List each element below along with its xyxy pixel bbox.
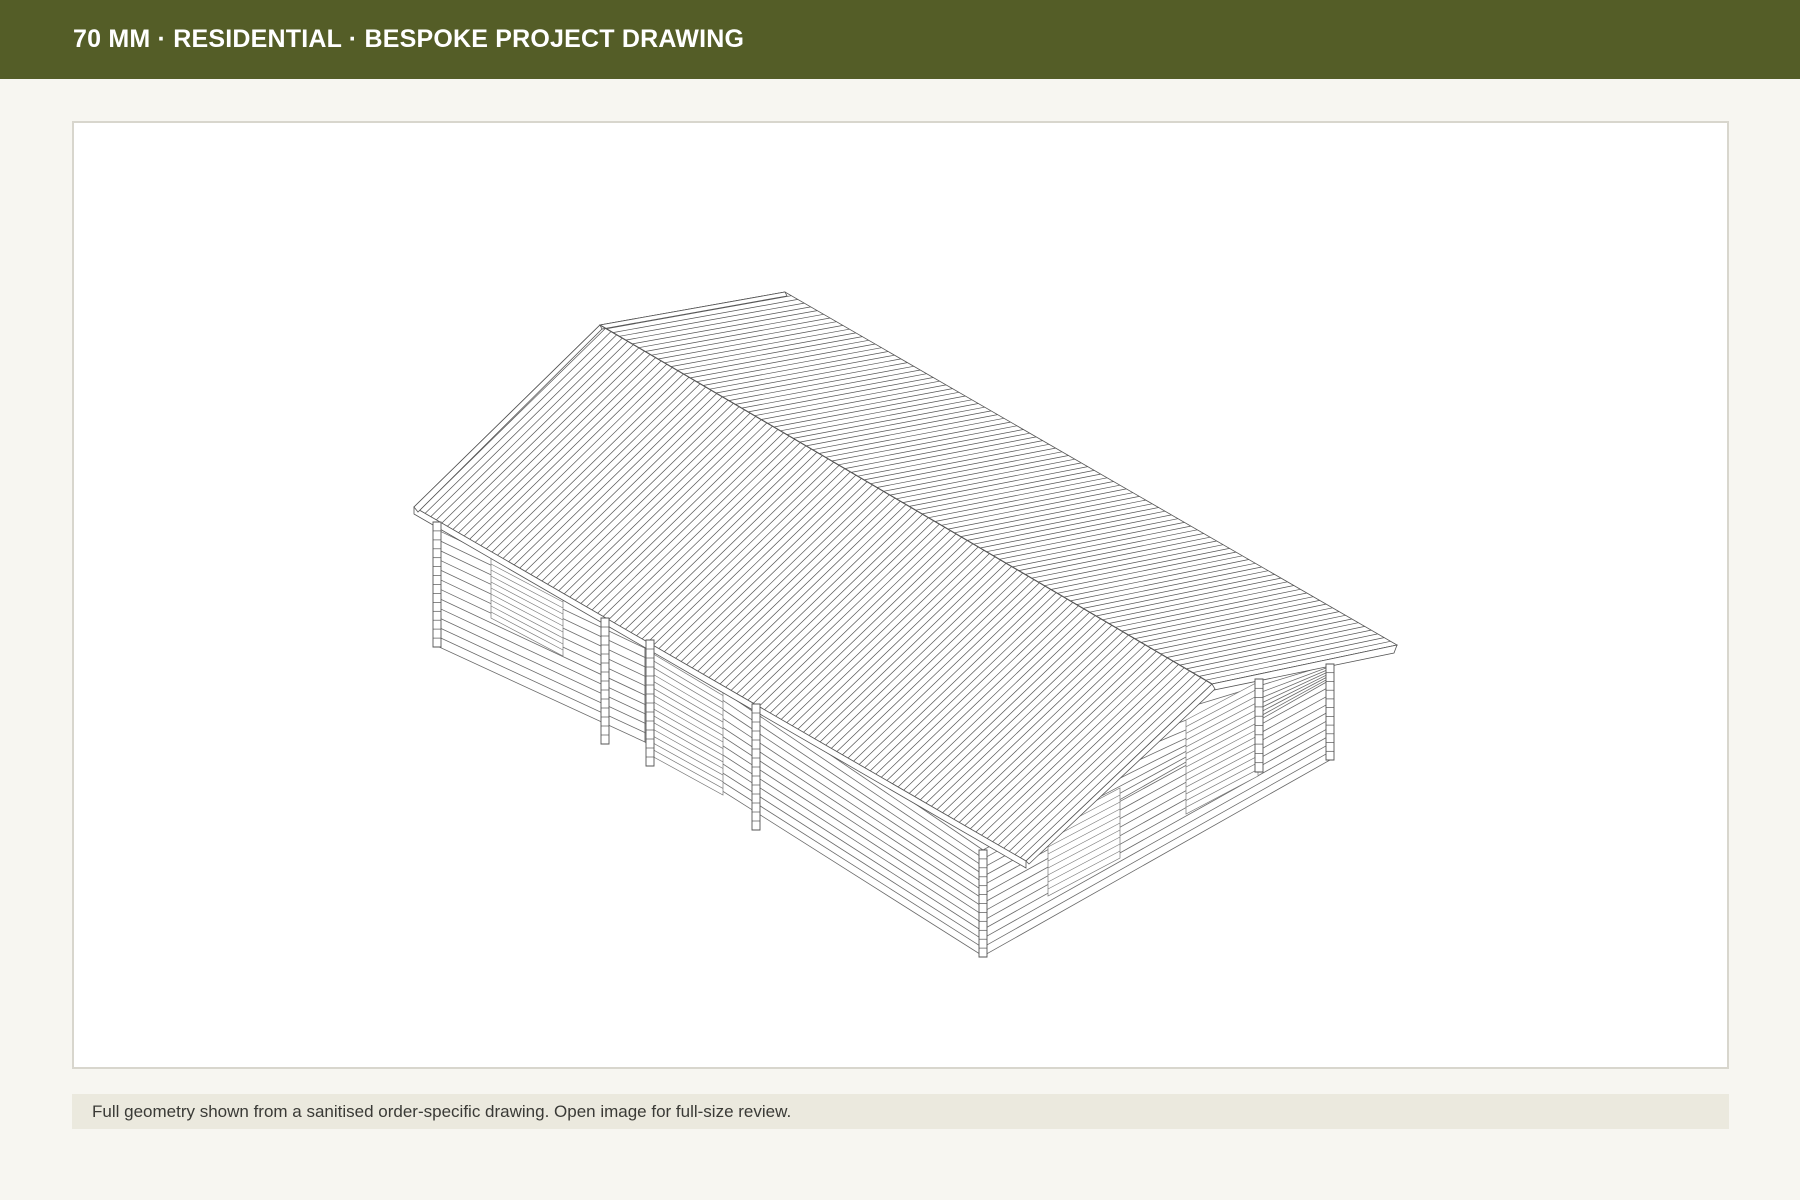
drawing-image[interactable]	[72, 121, 1729, 1069]
caption-text: Full geometry shown from a sanitised ord…	[92, 1101, 792, 1121]
cabin-drawing	[413, 291, 1399, 958]
page-title: 70 MM · RESIDENTIAL · BESPOKE PROJECT DR…	[73, 25, 745, 53]
post-right-corner	[1325, 663, 1335, 761]
page-header: 70 MM · RESIDENTIAL · BESPOKE PROJECT DR…	[0, 0, 1800, 79]
caption-bar: Full geometry shown from a sanitised ord…	[72, 1094, 1729, 1129]
